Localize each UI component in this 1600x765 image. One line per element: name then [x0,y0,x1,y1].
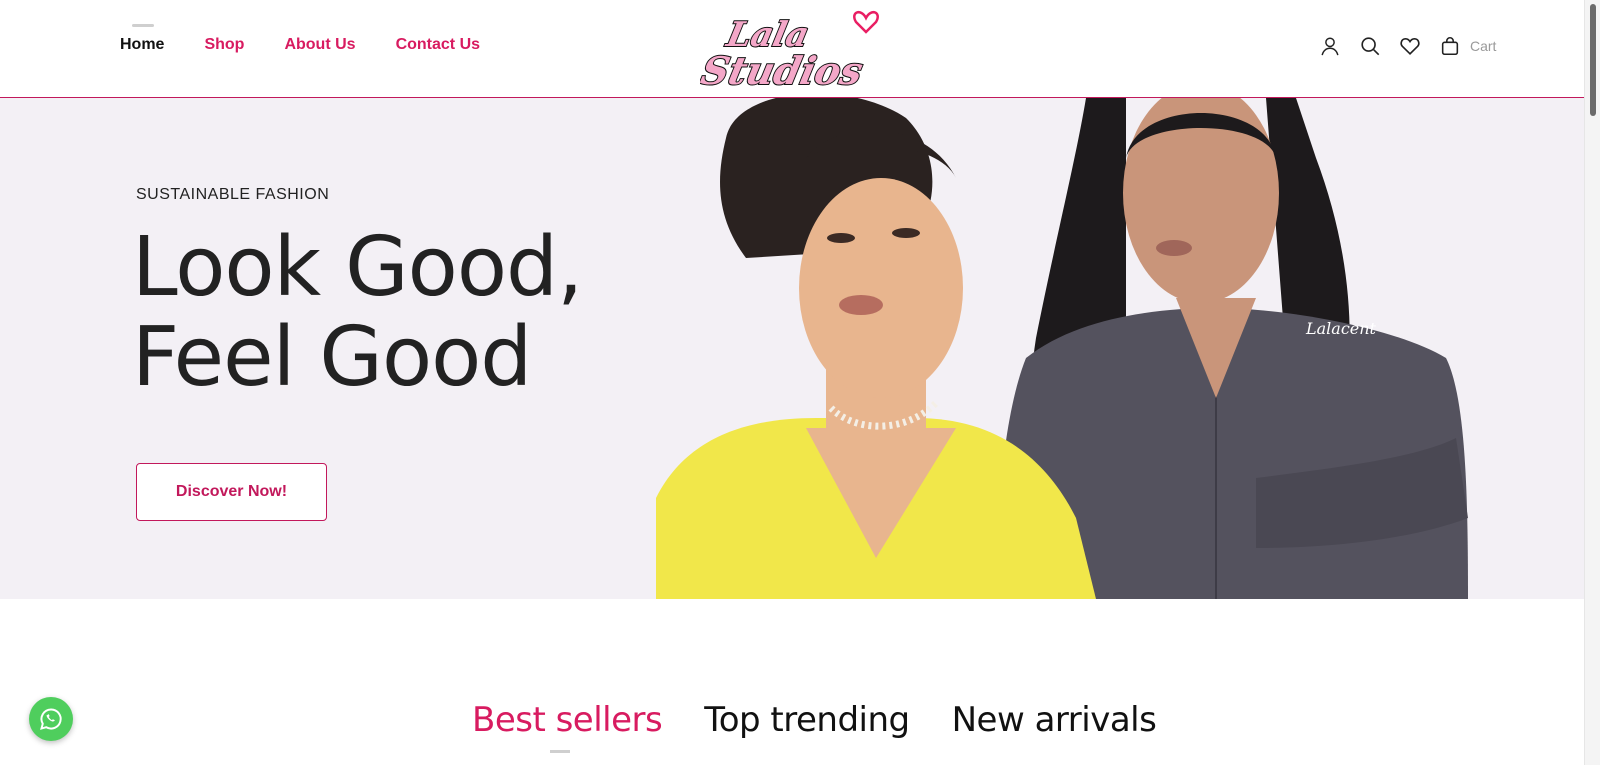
whatsapp-chat-button[interactable] [29,697,73,741]
nav-about-us[interactable]: About Us [284,36,355,54]
scrollbar-thumb[interactable] [1590,4,1596,116]
search-icon[interactable] [1358,34,1382,58]
product-tabs: Best sellers Top trending New arrivals [472,700,1157,753]
hero-models-image: Lalacent [656,98,1468,599]
main-nav: Home Shop About Us Contact Us [120,24,480,54]
svg-text:Studios: Studios [700,49,867,92]
whatsapp-icon [40,708,62,730]
hero-banner: SUSTAINABLE FASHION Look Good, Feel Good… [0,98,1584,599]
hero-title: Look Good, Feel Good [132,220,583,405]
wishlist-heart-icon[interactable] [1398,34,1422,58]
page-scrollbar[interactable] [1584,0,1600,765]
hero-eyebrow: SUSTAINABLE FASHION [136,186,330,203]
nav-contact-us[interactable]: Contact Us [396,36,480,54]
nav-shop[interactable]: Shop [204,36,244,54]
discover-now-button[interactable]: Discover Now! [136,463,327,521]
tab-top-trending[interactable]: Top trending [704,700,910,740]
logo-image: Lala Studios [696,10,879,95]
svg-text:Lalacent: Lalacent [1305,319,1377,338]
hero-title-line-2: Feel Good [132,310,532,405]
tab-best-sellers[interactable]: Best sellers [472,700,663,753]
site-header: Home Shop About Us Contact Us Lala Studi… [0,0,1584,98]
header-actions: Cart [1318,34,1496,58]
cart-button[interactable]: Cart [1438,34,1496,58]
shopping-bag-icon [1438,34,1462,58]
cart-label: Cart [1470,38,1497,54]
tab-new-arrivals[interactable]: New arrivals [952,700,1157,740]
user-icon[interactable] [1318,34,1342,58]
nav-home[interactable]: Home [120,24,164,54]
hero-title-line-1: Look Good, [132,220,583,315]
site-logo[interactable]: Lala Studios [696,4,900,95]
